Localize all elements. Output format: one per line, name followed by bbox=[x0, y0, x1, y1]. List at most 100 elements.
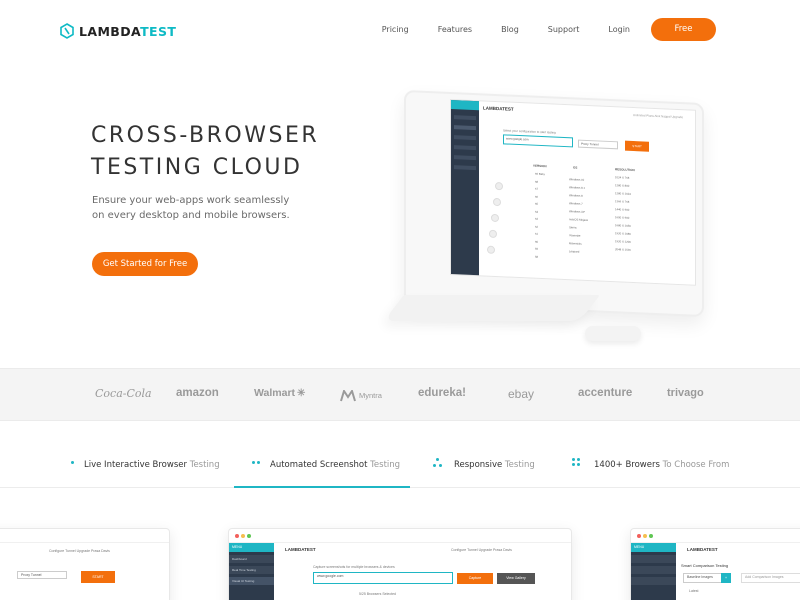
firefox-icon bbox=[493, 197, 501, 207]
preview-card-left: Configure Tunnel Upgrade Prasa Davis Pro… bbox=[0, 528, 170, 600]
preview-right-add-icon: + bbox=[721, 573, 731, 583]
landing-page: LAMBDATEST Pricing Features Blog Support… bbox=[0, 0, 800, 600]
tab-automated-screenshot[interactable]: Automated Screenshot Testing bbox=[252, 460, 400, 470]
preview-center-instruction: Capture screenshots for multiple browser… bbox=[313, 565, 395, 569]
preview-left-start: START bbox=[81, 571, 115, 583]
version-item: 69 Beta bbox=[535, 171, 545, 177]
accenture-logo: accenture bbox=[578, 387, 633, 399]
ebay-logo: ebay bbox=[508, 387, 535, 401]
app-col-resolution: RESOLUTION bbox=[615, 167, 635, 173]
app-col-version: VERSION bbox=[533, 163, 547, 169]
preview-center-side-item: Real Time Testing bbox=[229, 566, 274, 574]
nav-login[interactable]: Login bbox=[608, 25, 630, 34]
preview-card-center: MENU Dashboard Real Time Testing Visual … bbox=[228, 528, 572, 600]
coca-cola-logo: Coca-Cola bbox=[95, 387, 152, 400]
version-item: 65 bbox=[535, 201, 539, 206]
app-sidebar bbox=[451, 100, 479, 276]
preview-center-header: Configure Tunnel Upgrade Prasa Davis bbox=[451, 548, 512, 552]
hero-title: CROSS-BROWSER TESTING CLOUD bbox=[91, 120, 319, 184]
preview-center-logo: LAMBDATEST bbox=[285, 547, 316, 552]
os-item: Leopard bbox=[569, 249, 580, 254]
site-header: LAMBDATEST Pricing Features Blog Support… bbox=[0, 0, 800, 60]
edge-icon bbox=[487, 245, 495, 254]
resolution-item: 1680 X 1050 bbox=[615, 223, 631, 228]
app-header-right: Unlimited Plans Alok Nagpal Upgrade bbox=[632, 112, 683, 120]
preview-right-menu: MENU bbox=[631, 543, 676, 552]
walmart-spark-icon: ✳ bbox=[297, 388, 306, 399]
resolution-item: 1024 X 768 bbox=[615, 175, 630, 180]
nav-blog[interactable]: Blog bbox=[501, 25, 519, 34]
preview-right-baseline: Baseline Images bbox=[683, 573, 723, 583]
app-start-button: START bbox=[625, 140, 649, 152]
preview-center-capture: Capture bbox=[457, 573, 493, 584]
app-screen: LAMBDATEST Unlimited Plans Alok Nagpal U… bbox=[450, 99, 696, 286]
preview-right-logo: LAMBDATEST bbox=[687, 547, 718, 552]
resolution-item: 1440 X 900 bbox=[615, 207, 630, 212]
active-tab-indicator bbox=[234, 486, 410, 488]
tab-responsive[interactable]: Responsive Testing bbox=[433, 458, 535, 470]
tab-live-interactive[interactable]: Live Interactive Browser Testing bbox=[70, 460, 220, 470]
version-item: 59 bbox=[535, 246, 539, 251]
os-item: Windows 7 bbox=[569, 201, 583, 206]
os-item: Yosemite bbox=[569, 233, 581, 238]
preview-right-title: Smart Comparison Testing bbox=[681, 563, 729, 568]
free-signup-button[interactable]: Free Signup bbox=[651, 18, 716, 57]
preview-center-sidebar: MENU Dashboard Real Time Testing Visual … bbox=[229, 543, 274, 600]
version-item: 63 bbox=[535, 216, 539, 221]
resolution-item: 1280 X 1024 bbox=[615, 191, 631, 196]
edureka-logo: edureka! bbox=[418, 387, 466, 399]
app-col-os: OS bbox=[573, 165, 578, 170]
resolution-item: 2048 X 1536 bbox=[615, 247, 631, 252]
os-item: Windows 10 bbox=[569, 177, 585, 182]
os-item: Windows 8 bbox=[569, 193, 583, 198]
preview-center-url: www.google.com bbox=[313, 572, 453, 584]
nav-pricing[interactable]: Pricing bbox=[382, 25, 409, 34]
version-item: 58 bbox=[535, 254, 539, 259]
client-logos: Coca-Cola amazon Walmart ✳ Myntra edureka… bbox=[0, 368, 800, 421]
lambdatest-logo-icon bbox=[60, 23, 74, 39]
ie-icon bbox=[489, 229, 497, 239]
preview-left-tunnel: Proxy Tunnel bbox=[17, 571, 67, 579]
keyboard bbox=[383, 295, 600, 321]
trivago-logo: trivago bbox=[667, 387, 704, 399]
preview-center-view: View Gallery bbox=[497, 573, 535, 584]
version-item: 64 bbox=[535, 209, 539, 214]
myntra-m-icon bbox=[340, 390, 356, 402]
grid-dots-icon bbox=[572, 458, 584, 468]
logo-text: LAMBDATEST bbox=[79, 23, 177, 39]
os-item: Sierra bbox=[569, 225, 577, 230]
monitor-illustration: LAMBDATEST Unlimited Plans Alok Nagpal U… bbox=[383, 90, 720, 350]
site-logo[interactable]: LAMBDATEST bbox=[60, 23, 176, 39]
hero-subtitle: Ensure your web-apps work seamlessly on … bbox=[92, 195, 290, 221]
preview-center-menu: MENU bbox=[229, 543, 274, 552]
os-item: macOS Mojave bbox=[569, 217, 589, 223]
version-item: 68 bbox=[535, 179, 539, 184]
version-item: 67 bbox=[535, 186, 539, 191]
nav-support[interactable]: Support bbox=[548, 25, 580, 34]
resolution-item: 1600 X 900 bbox=[615, 215, 630, 220]
preview-left-header: Configure Tunnel Upgrade Prasa Davis bbox=[49, 549, 110, 553]
os-item: Windows XP bbox=[569, 209, 585, 214]
myntra-logo: Myntra bbox=[340, 390, 382, 402]
nav-features[interactable]: Features bbox=[438, 25, 472, 34]
amazon-logo: amazon bbox=[176, 387, 219, 399]
triangle-dots-icon bbox=[433, 458, 445, 468]
get-started-button[interactable]: Get Started for Free bbox=[92, 252, 198, 276]
chrome-icon bbox=[495, 181, 503, 191]
preview-center-side-item: Visual UI Testing bbox=[229, 577, 274, 585]
dot-icon bbox=[70, 458, 82, 468]
preview-right-sidebar: MENU bbox=[631, 543, 676, 600]
walmart-logo: Walmart ✳ bbox=[254, 387, 306, 399]
os-item: Mavericks bbox=[569, 241, 582, 246]
version-item: 62 bbox=[535, 224, 539, 229]
hero-title-line2: TESTING CLOUD bbox=[91, 155, 303, 180]
app-url-field: www.google.com bbox=[503, 134, 573, 148]
resolution-item: 1920 X 1080 bbox=[615, 231, 631, 236]
preview-right-add: Add Comparison Images bbox=[741, 573, 800, 583]
version-item: 66 bbox=[535, 194, 539, 199]
hero-title-line1: CROSS-BROWSER bbox=[91, 123, 320, 148]
app-tunnel-select: Proxy Tunnel bbox=[578, 139, 618, 150]
tab-browsers[interactable]: 1400+ Browers To Choose From bbox=[572, 458, 729, 470]
safari-icon bbox=[491, 213, 499, 223]
app-logo: LAMBDATEST bbox=[483, 105, 514, 112]
